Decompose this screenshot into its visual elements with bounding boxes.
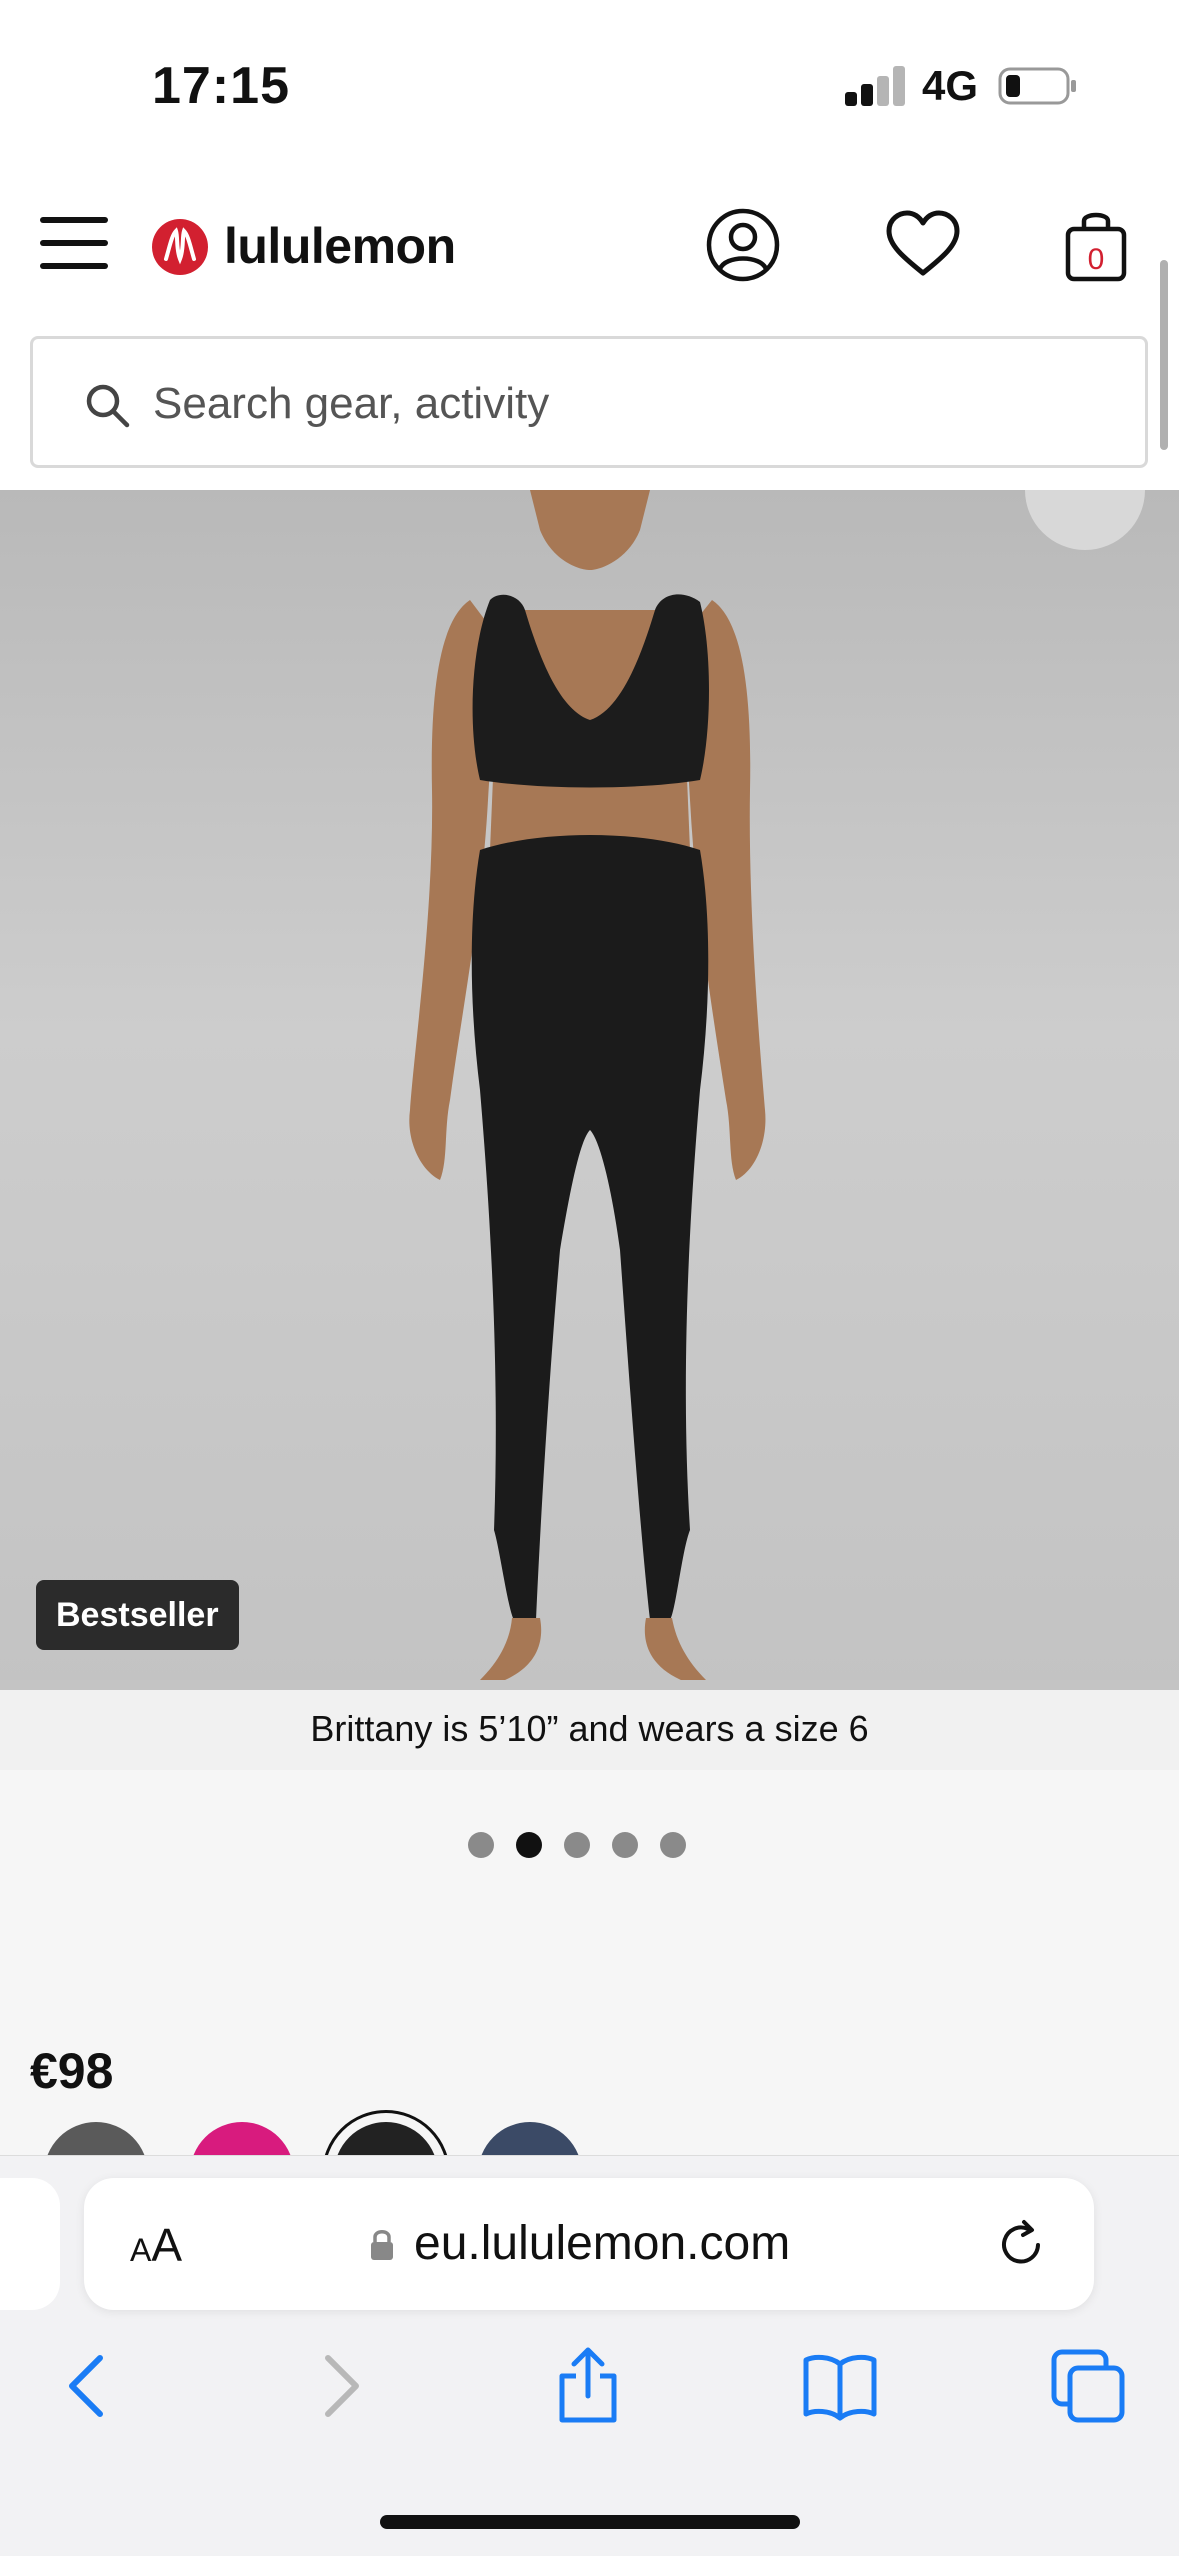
browser-toolbar: AA eu.lululemon.com: [0, 2155, 1179, 2556]
home-indicator[interactable]: [380, 2515, 800, 2529]
tabs-icon[interactable]: [1048, 2346, 1128, 2426]
signal-strength-icon: [845, 66, 905, 106]
cart-count: 0: [1087, 243, 1105, 276]
account-icon[interactable]: [703, 205, 783, 285]
site-header: lululemon 0: [0, 165, 1179, 310]
lululemon-logo-icon[interactable]: [152, 219, 208, 275]
back-icon[interactable]: [48, 2346, 128, 2426]
reload-icon[interactable]: [994, 2218, 1048, 2272]
color-swatch[interactable]: [190, 2122, 294, 2155]
pagination-dot[interactable]: [468, 1832, 494, 1858]
status-time: 17:15: [152, 57, 290, 115]
menu-icon[interactable]: [40, 217, 108, 269]
url-text: eu.lululemon.com: [414, 2217, 791, 2270]
battery-icon: [998, 67, 1076, 105]
lock-icon: [371, 2230, 393, 2260]
address-bar[interactable]: AA eu.lululemon.com: [84, 2178, 1094, 2310]
pagination-dot[interactable]: [660, 1832, 686, 1858]
search-input[interactable]: Search gear, activity: [30, 336, 1148, 468]
search-icon: [86, 384, 130, 428]
color-swatches: [0, 2110, 1179, 2155]
color-swatch[interactable]: [478, 2122, 582, 2155]
pagination-dot[interactable]: [612, 1832, 638, 1858]
text-size-button[interactable]: AA: [130, 2218, 182, 2272]
product-info: [0, 1770, 1179, 2155]
product-image[interactable]: Bestseller: [0, 490, 1179, 1690]
model-caption: Brittany is 5’10” and wears a size 6: [310, 1708, 869, 1749]
page-scrollbar[interactable]: [1160, 260, 1168, 450]
bestseller-badge: Bestseller: [36, 1580, 239, 1650]
product-price: €98: [30, 2043, 114, 2099]
bookmarks-icon[interactable]: [800, 2346, 880, 2426]
share-icon[interactable]: [548, 2346, 628, 2426]
pagination-dot-active[interactable]: [516, 1832, 542, 1858]
network-type: 4G: [922, 62, 979, 109]
wishlist-heart-icon[interactable]: [883, 205, 963, 285]
status-bar: 17:15 4G: [0, 0, 1179, 165]
search-section: Search gear, activity: [0, 310, 1179, 490]
model-figure: [0, 490, 1179, 1690]
color-swatch[interactable]: [44, 2122, 148, 2155]
model-caption-bar: Brittany is 5’10” and wears a size 6: [0, 1690, 1179, 1770]
pagination-dot[interactable]: [564, 1832, 590, 1858]
previous-tab-preview[interactable]: [0, 2178, 60, 2310]
forward-icon[interactable]: [300, 2346, 380, 2426]
brand-name[interactable]: lululemon: [224, 217, 456, 275]
search-placeholder: Search gear, activity: [153, 379, 550, 428]
